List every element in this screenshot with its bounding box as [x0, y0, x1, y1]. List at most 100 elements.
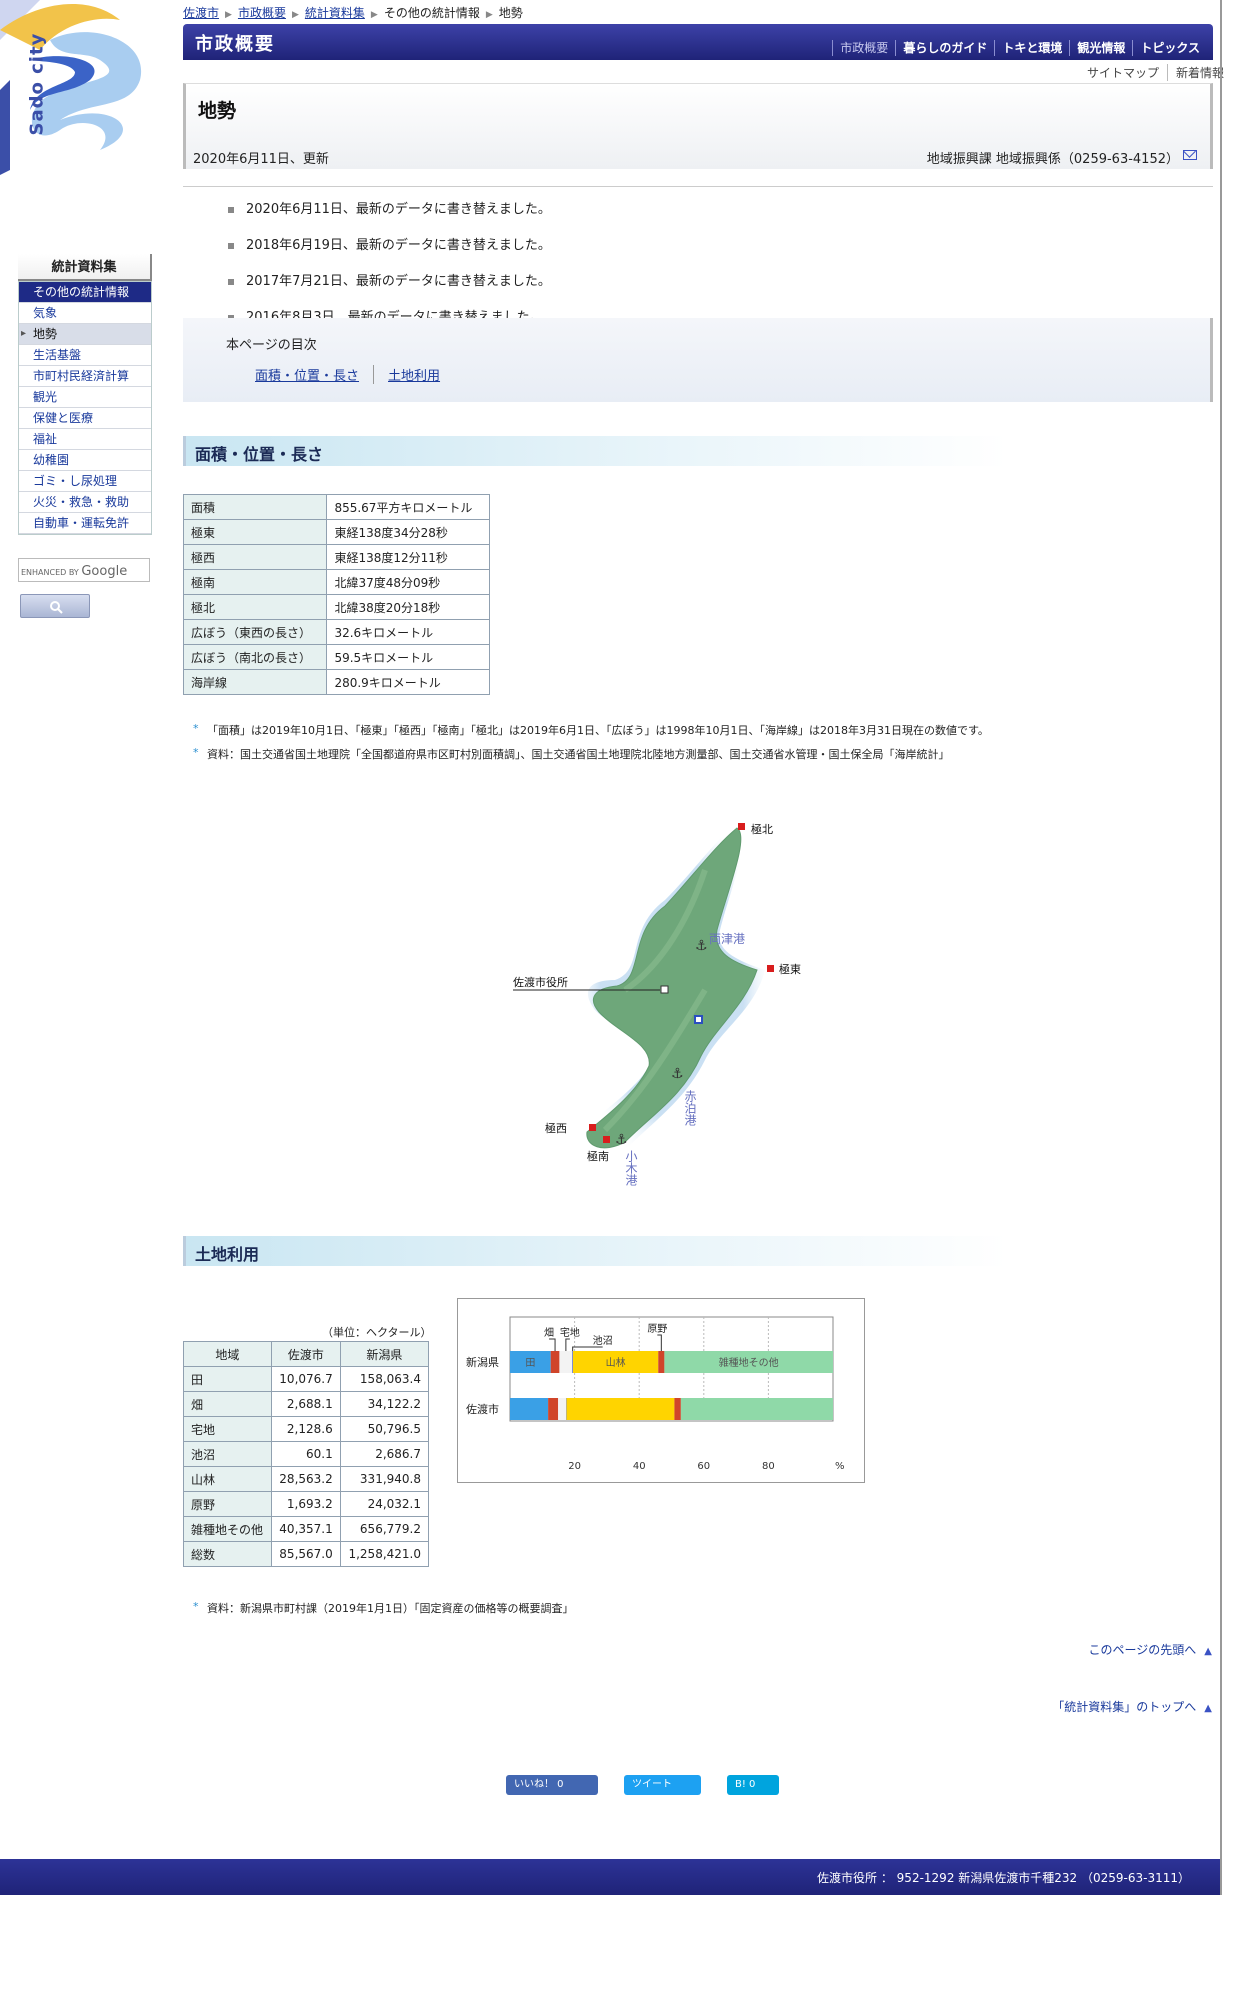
sidebar-item-weather[interactable]: 気象	[19, 303, 151, 324]
sidebar-item-tourism[interactable]: 観光	[19, 387, 151, 408]
bar-segment	[559, 1351, 573, 1373]
table-cell-category: 原野	[183, 1491, 272, 1517]
table-cell-key: 面積	[182, 494, 328, 520]
anchor-icon: ⚓	[695, 938, 708, 954]
x-tick-label: 20	[568, 1461, 581, 1472]
sidebar-item-health[interactable]: 保健と医療	[19, 408, 151, 429]
table-cell-value: 1,258,421.0	[339, 1541, 430, 1567]
anchor-icon: ⚓	[671, 1066, 684, 1082]
toc-title: 本ページの目次	[226, 338, 317, 353]
map-label-east: 極東	[779, 962, 801, 976]
table-cell-value: 24,032.1	[339, 1491, 430, 1517]
table-cell-value: 32.6キロメートル	[326, 619, 490, 645]
hatena-bookmark-button[interactable]: B! 0	[727, 1775, 779, 1795]
news-list: 2020年6月11日、最新のデータに書き替えました。 2018年6月19日、最新…	[226, 200, 1186, 318]
to-top-label: このページの先頭へ	[1088, 1643, 1197, 1657]
table-row: 総数 85,567.0 1,258,421.0	[183, 1541, 430, 1567]
table-cell-category: 宅地	[183, 1416, 272, 1442]
table-cell-value: 2,688.1	[270, 1391, 341, 1417]
sidebar-item-other[interactable]: その他の統計情報	[19, 282, 151, 303]
series-label: 原野	[647, 1323, 667, 1335]
sidebar-item-fire[interactable]: 火災・救急・救助	[19, 492, 151, 513]
table-cell-key: 極東	[182, 519, 328, 545]
table-row: 極南 北緯37度48分09秒	[182, 569, 490, 595]
table-row: 山林 28,563.2 331,940.8	[183, 1466, 430, 1492]
table-cell-category: 雑種地その他	[183, 1516, 272, 1542]
table-row: 田 10,076.7 158,063.4	[183, 1366, 430, 1392]
table-cell-key: 極南	[182, 569, 328, 595]
bar-segment	[548, 1398, 559, 1420]
map-label-west: 極西	[545, 1121, 567, 1135]
gnav-kanko[interactable]: 観光情報	[1069, 40, 1132, 56]
facebook-like-button[interactable]: いいね！ 0	[506, 1775, 598, 1795]
sidebar-item-waste[interactable]: ゴミ・し尿処理	[19, 471, 151, 492]
table-cell-value: 656,779.2	[339, 1516, 430, 1542]
gnav-toki[interactable]: トキと環境	[994, 40, 1069, 56]
table-row: 池沼 60.1 2,686.7	[183, 1441, 430, 1467]
footer: 佐渡市役所 ： 952-1292 新潟県佐渡市千種232 （0259-63-31…	[0, 1859, 1222, 1895]
breadcrumb: 佐渡市 ▶ 市政概要 ▶ 統計資料集 ▶ その他の統計情報 ▶ 地勢	[183, 4, 523, 21]
toc-link-landuse[interactable]: 土地利用	[373, 365, 454, 384]
news-link[interactable]: 新着情報	[1166, 64, 1232, 81]
breadcrumb-statistics[interactable]: 統計資料集	[305, 6, 365, 20]
table-header: 地域	[183, 1341, 272, 1367]
gnav-guide[interactable]: 暮らしのガイド	[895, 40, 994, 56]
gnav-topics[interactable]: トピックス	[1132, 40, 1207, 56]
table-cell-key: 広ぼう（南北の長さ）	[182, 644, 328, 670]
series-label: 宅地	[560, 1326, 580, 1339]
table-cell-value: 50,796.5	[339, 1416, 430, 1442]
stats-top-link[interactable]: 「統計資料集」のトップへ ▲	[1052, 1698, 1212, 1715]
table-row: 面積 855.67平方キロメートル	[182, 494, 490, 520]
up-arrow-icon: ▲	[1204, 1646, 1212, 1657]
bar-segment	[572, 1351, 573, 1373]
sado-island-map: 極北 極東 極西 極南 佐渡市役所 ⚓ 両津港 ⚓ 赤泊港 ⚓ 小木港	[513, 820, 801, 1186]
table-cell-value: 855.67平方キロメートル	[326, 494, 490, 520]
area-table: 面積 855.67平方キロメートル 極東 東経138度34分28秒 極西 東経138度12…	[182, 494, 490, 695]
sidebar-title: 統計資料集	[18, 254, 152, 281]
series-label: 雑種地その他	[719, 1356, 779, 1369]
map-label-ogi: 小木港	[624, 1150, 638, 1186]
breadcrumb-shisei[interactable]: 市政概要	[238, 6, 286, 20]
table-header: 佐渡市	[270, 1341, 341, 1367]
sidebar-item-kindergarten[interactable]: 幼稚園	[19, 450, 151, 471]
map-label-north: 極北	[751, 822, 773, 836]
sidebar-item-terrain[interactable]: 地勢	[19, 324, 151, 345]
search-brand: Google	[81, 564, 128, 579]
breadcrumb-separator-icon: ▶	[370, 10, 378, 20]
back-to-top-link[interactable]: このページの先頭へ ▲	[1089, 1641, 1212, 1658]
landuse-source: 資料：新潟県市町村課（2019年1月1日）「固定資産の価格等の概要調査」	[193, 1600, 574, 1616]
table-cell-category: 田	[183, 1366, 272, 1392]
toc-link-area[interactable]: 面積・位置・長さ	[255, 365, 373, 384]
category-label: 佐渡市	[466, 1402, 499, 1416]
bar-segment	[680, 1398, 833, 1420]
x-unit-label: %	[835, 1461, 845, 1472]
header-title: 市政概要	[195, 34, 275, 55]
sidebar-item-vehicles[interactable]: 自動車・運転免許	[19, 513, 151, 534]
breadcrumb-home[interactable]: 佐渡市	[183, 6, 219, 20]
cityhall-marker	[660, 985, 669, 994]
category-label: 新潟県	[466, 1355, 499, 1369]
table-cell-value: 331,940.8	[339, 1466, 430, 1492]
section-title: 土地利用	[195, 1245, 260, 1264]
sidebar-item-infrastructure[interactable]: 生活基盤	[19, 345, 151, 366]
table-row: 広ぼう（南北の長さ） 59.5キロメートル	[182, 644, 490, 670]
sidebar-item-welfare[interactable]: 福祉	[19, 429, 151, 450]
update-date: 2020年6月11日、更新	[193, 152, 329, 167]
gnav-shisei[interactable]: 市政概要	[832, 40, 895, 56]
series-label: 山林	[606, 1356, 626, 1369]
sidebar-item-economy[interactable]: 市町村民経済計算	[19, 366, 151, 387]
mail-icon[interactable]	[1183, 150, 1197, 160]
search-input[interactable]: ENHANCED BY Google	[18, 558, 150, 582]
table-cell-value: 158,063.4	[339, 1366, 430, 1392]
site-logo[interactable]: Sado city	[0, 0, 180, 175]
toc-links: 面積・位置・長さ 土地利用	[255, 365, 454, 384]
to-stat-label: 「統計資料集」のトップへ	[1052, 1700, 1197, 1714]
table-cell-value: 28,563.2	[270, 1466, 341, 1492]
tweet-button[interactable]: ツイート	[624, 1775, 701, 1795]
sidebar-menu: その他の統計情報 気象 地勢 生活基盤 市町村民経済計算 観光 保健と医療 福祉…	[18, 281, 152, 535]
search-button[interactable]	[20, 594, 90, 618]
sitemap-link[interactable]: サイトマップ	[1079, 64, 1167, 81]
table-cell-value: 2,128.6	[270, 1416, 341, 1442]
table-row: 雑種地その他 40,357.1 656,779.2	[183, 1516, 430, 1542]
breadcrumb-separator-icon: ▶	[291, 10, 299, 20]
